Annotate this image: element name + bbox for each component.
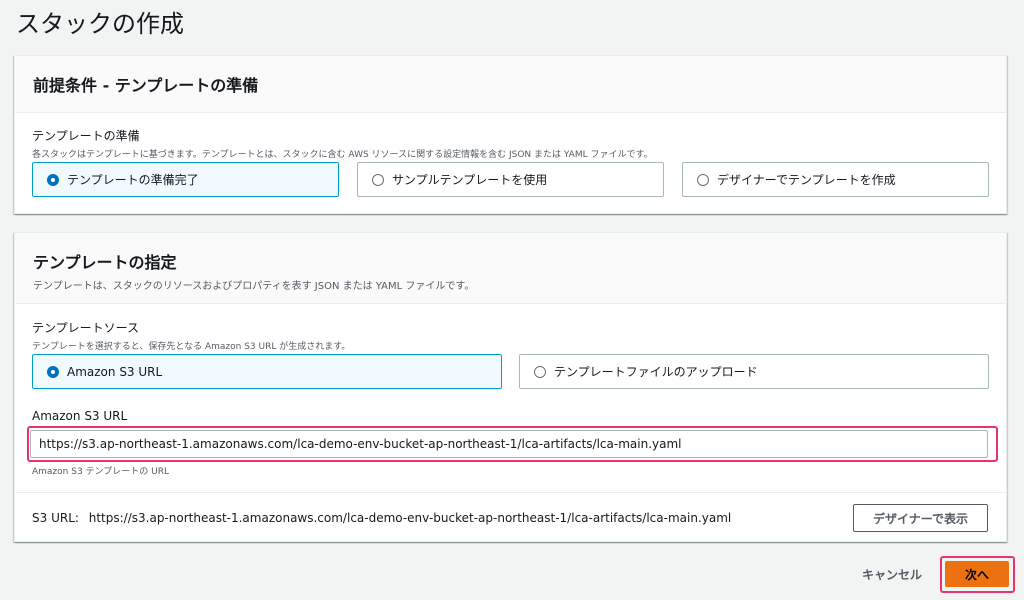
radio-icon[interactable] xyxy=(47,173,59,186)
next-button[interactable]: 次へ xyxy=(945,561,1009,587)
cancel-button[interactable]: キャンセル xyxy=(852,562,932,586)
radio-icon[interactable] xyxy=(47,365,59,378)
option-designer-template[interactable]: デザイナーでテンプレートを作成 xyxy=(682,162,989,197)
source-amazon-s3-url[interactable]: Amazon S3 URL xyxy=(32,354,502,389)
specify-template-header: テンプレートの指定 テンプレートは、スタックのリソースおよびプロパティを表す J… xyxy=(15,233,1006,304)
view-in-designer-button[interactable]: デザイナーで表示 xyxy=(853,504,988,532)
s3-url-display: S3 URL: https://s3.ap-northeast-1.amazon… xyxy=(32,511,731,525)
prepare-template-desc: 各スタックはテンプレートに基づきます。テンプレートとは、スタックに含む AWS … xyxy=(32,150,653,160)
option-label: テンプレートの準備完了 xyxy=(67,173,199,187)
radio-icon[interactable] xyxy=(697,173,709,186)
s3-url-label: Amazon S3 URL xyxy=(32,409,128,423)
specify-template-desc: テンプレートは、スタックのリソースおよびプロパティを表す JSON または YA… xyxy=(33,281,475,292)
prerequisite-title: 前提条件 - テンプレートの準備 xyxy=(33,76,259,95)
template-source-label: テンプレートソース xyxy=(32,321,140,335)
section-divider xyxy=(15,492,1006,493)
option-sample-template[interactable]: サンプルテンプレートを使用 xyxy=(357,162,664,197)
s3-url-hint: Amazon S3 テンプレートの URL xyxy=(32,467,169,477)
s3-url-value: https://s3.ap-northeast-1.amazonaws.com/… xyxy=(88,511,732,525)
source-label: Amazon S3 URL xyxy=(67,364,163,379)
s3-url-input[interactable] xyxy=(30,430,988,458)
specify-template-title: テンプレートの指定 xyxy=(33,253,177,272)
option-label: サンプルテンプレートを使用 xyxy=(392,173,548,187)
source-upload-file[interactable]: テンプレートファイルのアップロード xyxy=(519,354,989,389)
prerequisite-header: 前提条件 - テンプレートの準備 xyxy=(15,56,1006,113)
radio-icon[interactable] xyxy=(534,365,546,378)
s3-url-prefix: S3 URL: xyxy=(32,511,79,525)
source-label: テンプレートファイルのアップロード xyxy=(554,365,758,379)
page-title: スタックの作成 xyxy=(16,10,184,38)
option-label: デザイナーでテンプレートを作成 xyxy=(717,173,896,187)
option-template-ready[interactable]: テンプレートの準備完了 xyxy=(32,162,339,197)
prepare-template-label: テンプレートの準備 xyxy=(32,129,140,143)
radio-icon[interactable] xyxy=(372,173,384,186)
template-source-desc: テンプレートを選択すると、保存先となる Amazon S3 URL が生成されま… xyxy=(32,342,351,352)
